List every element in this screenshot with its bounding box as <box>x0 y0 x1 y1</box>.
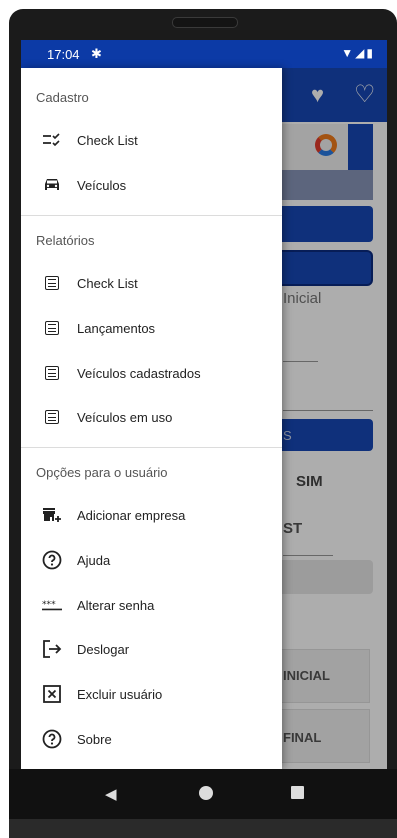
drawer-item-label: Deslogar <box>77 642 130 657</box>
back-icon[interactable]: ◀ <box>105 785 117 803</box>
drawer-item-label: Ajuda <box>77 553 111 568</box>
drawer-item-sobre[interactable]: Sobre <box>21 718 282 762</box>
drawer-item-label: Check List <box>77 133 138 148</box>
home-icon[interactable] <box>199 786 213 800</box>
help-icon <box>42 729 62 749</box>
list-box-icon <box>42 363 62 383</box>
navigation-drawer: Cadastro Check List Veículos Relatórios … <box>21 68 282 769</box>
section-title-relatorios: Relatórios <box>36 233 95 248</box>
recents-icon[interactable] <box>291 786 304 799</box>
drawer-item-checklist-relatorio[interactable]: Check List <box>21 262 282 306</box>
drawer-item-label: Sobre <box>77 732 112 747</box>
section-title-opcoes: Opções para o usuário <box>36 465 168 480</box>
car-icon <box>42 175 62 195</box>
drawer-item-veiculos[interactable]: Veículos <box>21 164 282 208</box>
drawer-item-excluir-usuario[interactable]: Excluir usuário <box>21 673 282 717</box>
list-box-icon <box>42 273 62 293</box>
drawer-item-deslogar[interactable]: Deslogar <box>21 628 282 672</box>
list-box-icon <box>42 318 62 338</box>
phone-bottom-frame <box>9 819 397 838</box>
svg-text:***: *** <box>42 600 56 610</box>
gear-icon: ✱ <box>91 46 102 61</box>
drawer-item-label: Adicionar empresa <box>77 508 186 523</box>
drawer-item-label: Lançamentos <box>77 321 156 336</box>
status-time: 17:04 <box>47 47 80 62</box>
drawer-item-label: Veículos em uso <box>77 410 173 425</box>
screen: 17:04 ✱ ▼◢▮ ♥ ♡ Inicial S SIM ST INICIAL… <box>21 40 387 769</box>
drawer-item-checklist-cadastro[interactable]: Check List <box>21 119 282 163</box>
drawer-item-adicionar-empresa[interactable]: Adicionar empresa <box>21 494 282 538</box>
checklist-icon <box>42 130 62 150</box>
drawer-item-alterar-senha[interactable]: *** Alterar senha <box>21 584 282 628</box>
logout-icon <box>42 639 62 659</box>
add-business-icon <box>42 505 62 525</box>
drawer-item-ajuda[interactable]: Ajuda <box>21 539 282 583</box>
drawer-item-label: Veículos <box>77 178 127 193</box>
drawer-item-label: Excluir usuário <box>77 687 163 702</box>
drawer-item-lancamentos[interactable]: Lançamentos <box>21 307 282 351</box>
delete-box-icon <box>42 684 62 704</box>
phone-speaker <box>172 17 238 28</box>
help-icon <box>42 550 62 570</box>
drawer-item-label: Alterar senha <box>77 598 155 613</box>
status-icons: ▼◢▮ <box>341 46 375 60</box>
drawer-item-veiculos-cadastrados[interactable]: Veículos cadastrados <box>21 352 282 396</box>
section-title-cadastro: Cadastro <box>36 90 89 105</box>
drawer-item-label: Veículos cadastrados <box>77 366 201 381</box>
divider <box>21 215 282 216</box>
password-icon: *** <box>42 595 62 615</box>
system-nav-bar: ◀ <box>9 769 397 819</box>
status-bar: 17:04 ✱ ▼◢▮ <box>21 40 387 68</box>
list-box-icon <box>42 407 62 427</box>
divider <box>21 447 282 448</box>
drawer-item-label: Check List <box>77 276 138 291</box>
drawer-item-veiculos-em-uso[interactable]: Veículos em uso <box>21 396 282 440</box>
